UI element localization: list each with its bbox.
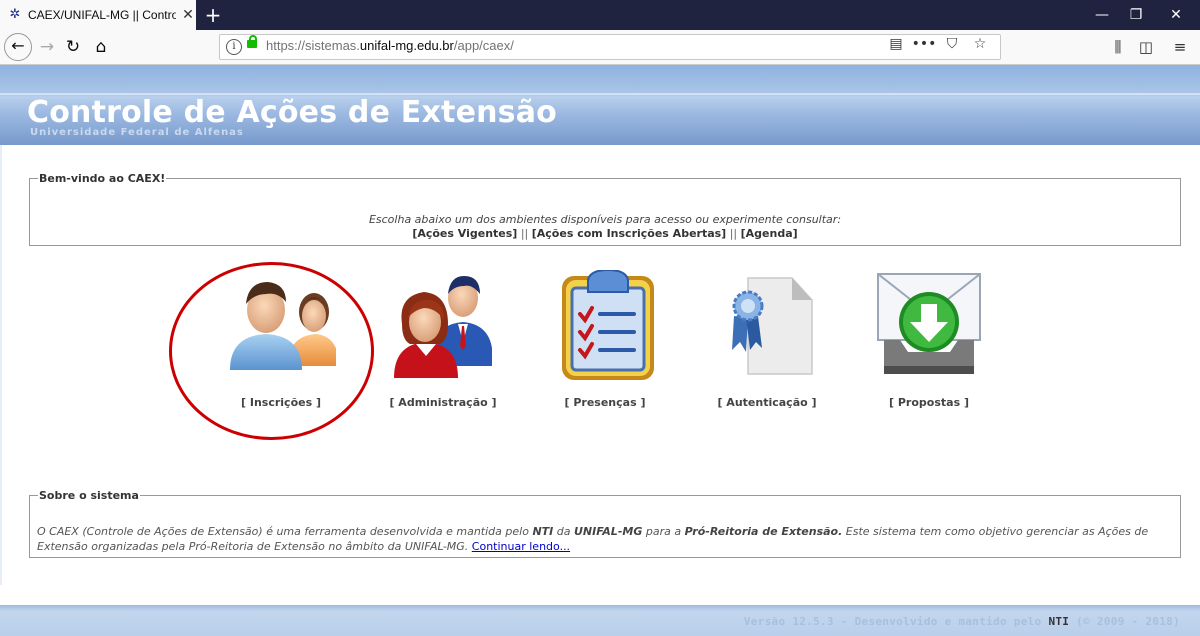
welcome-legend: Bem-vindo ao CAEX! <box>39 172 166 185</box>
about-box: Sobre o sistema O CAEX (Controle de Açõe… <box>29 489 1181 558</box>
about-text: O CAEX (Controle de Ações de Extensão) é… <box>37 525 1149 553</box>
env-presencas[interactable]: [ Presenças ] <box>530 270 680 410</box>
env-label[interactable]: [ Presenças ] <box>530 396 680 409</box>
forward-icon[interactable]: → <box>34 34 60 60</box>
link-separator: || <box>520 227 529 240</box>
restore-icon[interactable]: ❐ <box>1116 0 1156 30</box>
link-acoes-vigentes[interactable]: [Ações Vigentes] <box>412 227 517 240</box>
url-text[interactable]: https://sistemas.unifal-mg.edu.br/app/ca… <box>266 38 514 53</box>
reload-icon[interactable]: ↻ <box>60 34 86 60</box>
welcome-box: Bem-vindo ao CAEX! Escolha abaixo um dos… <box>29 172 1181 246</box>
browser-tab[interactable]: ✲ CAEX/UNIFAL-MG || Controle de ✕ <box>0 0 196 30</box>
link-acoes-inscricoes-abertas[interactable]: [Ações com Inscrições Abertas] <box>532 227 726 240</box>
tab-title: CAEX/UNIFAL-MG || Controle de <box>28 8 176 22</box>
continue-reading-link[interactable]: Continuar lendo... <box>472 540 570 553</box>
footer-text: Versão 12.5.3 - Desenvolvido e mantido p… <box>743 615 1180 628</box>
env-propostas[interactable]: [ Propostas ] <box>854 270 1004 410</box>
header-banner: Controle de Ações de Extensão Universida… <box>0 65 1200 145</box>
browser-nav-bar: ← → ↻ ⌂ i https://sistemas.unifal-mg.edu… <box>0 30 1200 65</box>
browser-tab-bar: ✲ CAEX/UNIFAL-MG || Controle de ✕ + — ❐ … <box>0 0 1200 30</box>
inbox-icon <box>877 273 981 374</box>
close-tab-icon[interactable]: ✕ <box>180 7 196 23</box>
reader-view-icon[interactable]: ▤ <box>882 36 910 52</box>
page-content: Controle de Ações de Extensão Universida… <box>0 65 1200 636</box>
env-label[interactable]: [ Administração ] <box>368 396 518 409</box>
site-info-icon[interactable]: i <box>226 39 242 55</box>
about-legend: Sobre o sistema <box>39 489 139 502</box>
page-title: Controle de Ações de Extensão <box>27 95 557 130</box>
caex-favicon-icon: ✲ <box>9 7 21 22</box>
pocket-icon[interactable]: ⛉ <box>938 36 966 52</box>
footer: Versão 12.5.3 - Desenvolvido e mantido p… <box>0 605 1200 636</box>
library-icon[interactable]: ⫼ <box>1104 34 1132 60</box>
url-bar[interactable]: i https://sistemas.unifal-mg.edu.br/app/… <box>219 34 1001 60</box>
new-tab-icon[interactable]: + <box>203 2 223 28</box>
env-label[interactable]: [ Autenticação ] <box>692 396 842 409</box>
env-administracao[interactable]: [ Administração ] <box>368 270 518 410</box>
link-agenda[interactable]: [Agenda] <box>741 227 798 240</box>
menu-icon[interactable]: ≡ <box>1166 34 1194 60</box>
bookmark-star-icon[interactable]: ☆ <box>966 36 994 52</box>
close-window-icon[interactable]: ✕ <box>1156 0 1196 30</box>
page-subtitle: Universidade Federal de Alfenas <box>30 127 244 138</box>
link-separator: || <box>729 227 738 240</box>
back-icon[interactable]: ← <box>4 33 32 61</box>
home-icon[interactable]: ⌂ <box>88 34 114 60</box>
env-autenticacao[interactable]: [ Autenticação ] <box>692 270 842 410</box>
page-actions-icon[interactable]: ••• <box>910 36 938 52</box>
admin-icon <box>394 276 492 378</box>
certificate-icon <box>732 277 813 375</box>
env-label[interactable]: [ Propostas ] <box>854 396 1004 409</box>
welcome-links: [Ações Vigentes] || [Ações com Inscriçõe… <box>30 227 1180 240</box>
lock-icon <box>247 35 257 48</box>
highlight-ellipse-annotation <box>169 262 374 440</box>
checklist-icon <box>562 270 654 380</box>
sidebar-icon[interactable]: ◫ <box>1132 34 1160 60</box>
welcome-text: Escolha abaixo um dos ambientes disponív… <box>368 213 842 226</box>
left-edge-divider <box>0 145 2 585</box>
